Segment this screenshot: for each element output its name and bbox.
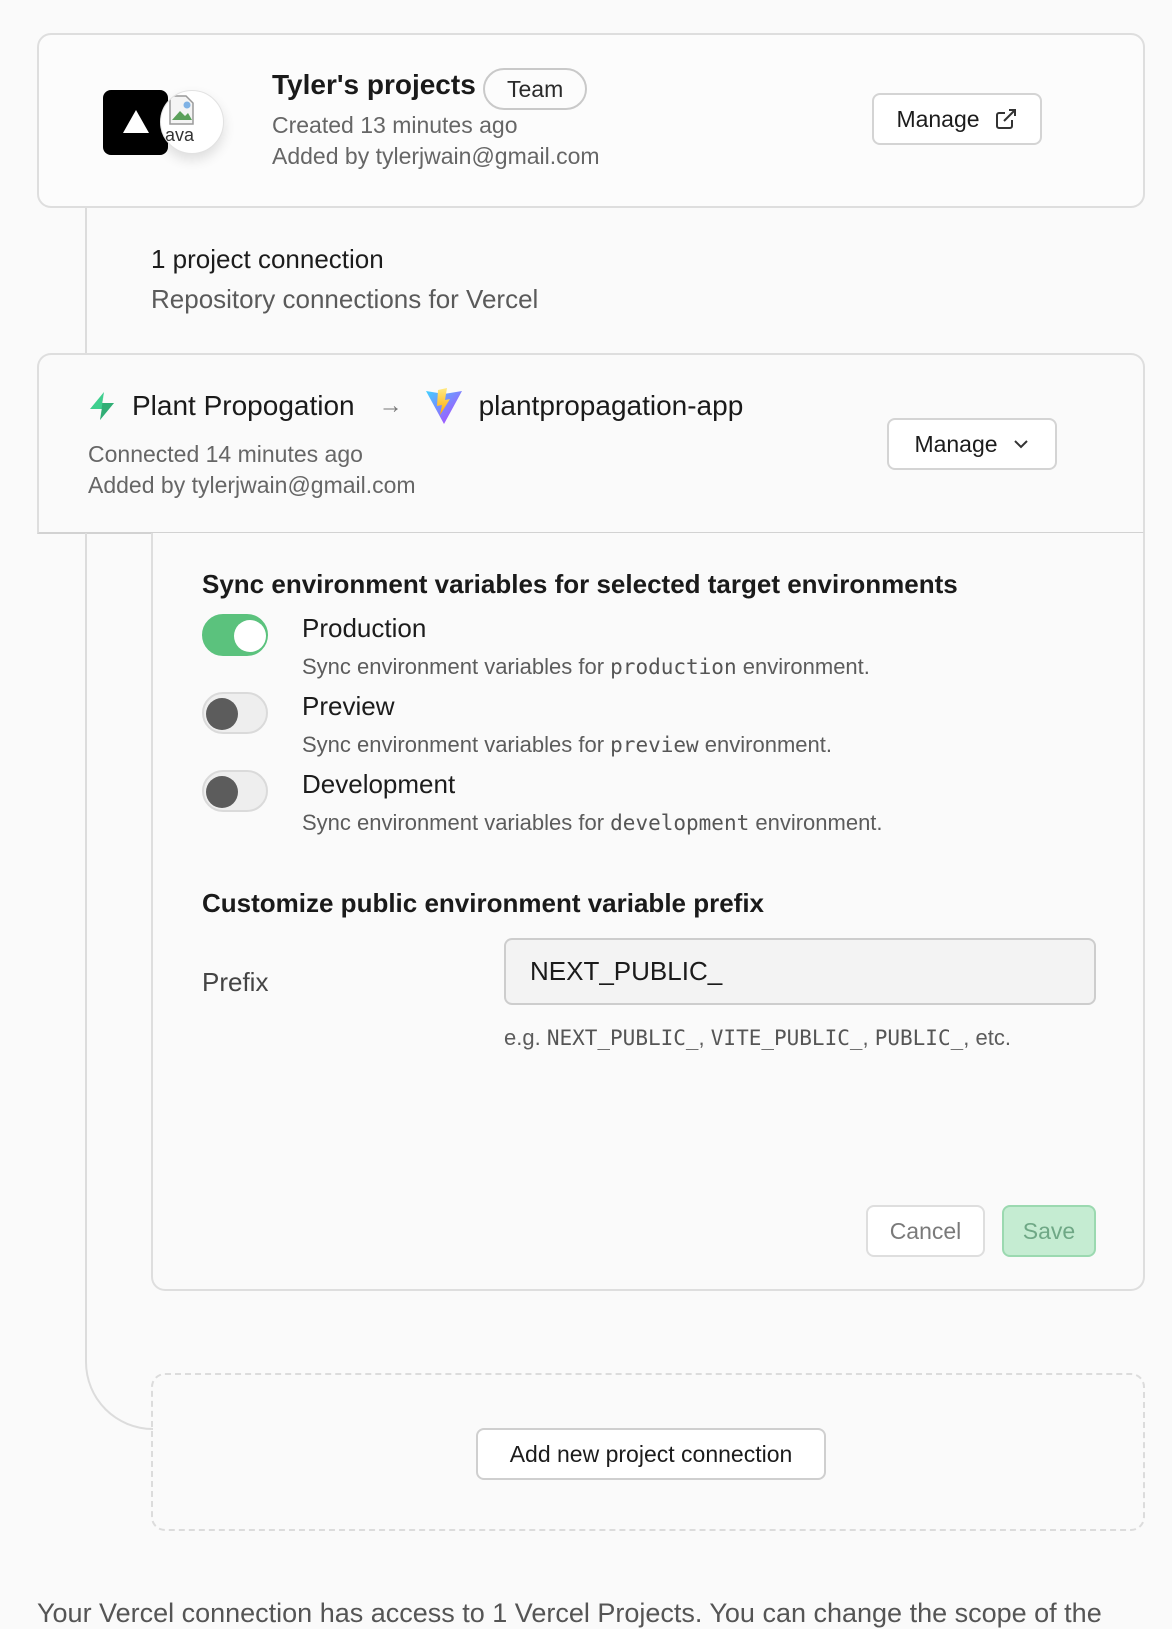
team-card: ava Tyler's projects Team Created 13 min… xyxy=(37,33,1145,208)
project-source-name: Plant Propogation xyxy=(132,390,355,421)
project-target-name: plantpropagation-app xyxy=(478,390,744,421)
add-connection-area: Add new project connection xyxy=(151,1373,1145,1531)
supabase-icon xyxy=(90,392,114,420)
production-description: Sync environment variables for productio… xyxy=(302,654,870,679)
prefix-input[interactable] xyxy=(504,938,1096,1005)
avatar: ava xyxy=(160,90,224,154)
prefix-help-text: e.g. NEXT_PUBLIC_, VITE_PUBLIC_, PUBLIC_… xyxy=(504,1025,1011,1050)
sync-section-title: Sync environment variables for selected … xyxy=(202,569,958,599)
toggle-knob xyxy=(206,776,238,808)
development-toggle[interactable] xyxy=(202,770,268,812)
arrow-right-icon: → xyxy=(378,392,403,419)
team-manage-button[interactable]: Manage xyxy=(872,93,1042,145)
team-badge: Team xyxy=(483,68,588,110)
connector-curve xyxy=(85,1335,153,1430)
avatar-alt-text: ava xyxy=(165,125,195,145)
development-description: Sync environment variables for developme… xyxy=(302,810,883,835)
development-label: Development xyxy=(302,769,456,799)
preview-description: Sync environment variables for preview e… xyxy=(302,732,832,757)
connection-settings-panel: Sync environment variables for selected … xyxy=(151,533,1145,1291)
broken-image-icon xyxy=(169,95,194,125)
connector-line xyxy=(85,208,87,353)
team-created-time: Created 13 minutes ago xyxy=(272,112,518,138)
project-added-by: Added by tylerjwain@gmail.com xyxy=(88,472,416,498)
prefix-label: Prefix xyxy=(202,967,269,997)
vite-icon xyxy=(425,388,462,424)
project-manage-dropdown[interactable]: Manage xyxy=(887,418,1057,470)
cancel-button[interactable]: Cancel xyxy=(866,1205,985,1257)
project-connection-card: Plant Propogation → plantpropagation-app… xyxy=(37,353,1145,534)
preview-label: Preview xyxy=(302,691,395,721)
production-toggle[interactable] xyxy=(202,614,268,656)
manage-label: Manage xyxy=(896,105,980,132)
connection-subtitle: Repository connections for Vercel xyxy=(151,284,539,314)
external-link-icon xyxy=(995,109,1016,129)
team-title: Tyler's projects xyxy=(272,69,476,100)
save-button[interactable]: Save xyxy=(1002,1205,1096,1257)
production-label: Production xyxy=(302,613,427,643)
chevron-down-icon xyxy=(1013,440,1028,449)
connection-count: 1 project connection xyxy=(151,244,384,274)
vercel-logo-icon xyxy=(103,90,168,155)
footer-access-text: Your Vercel connection has access to 1 V… xyxy=(37,1598,1102,1628)
project-connection-row: Plant Propogation → plantpropagation-app xyxy=(88,387,743,425)
add-project-connection-button[interactable]: Add new project connection xyxy=(476,1428,826,1480)
manage-label: Manage xyxy=(914,430,998,457)
prefix-section-title: Customize public environment variable pr… xyxy=(202,888,765,918)
toggle-knob xyxy=(234,620,266,652)
toggle-knob xyxy=(206,698,238,730)
preview-toggle[interactable] xyxy=(202,692,268,734)
project-connected-time: Connected 14 minutes ago xyxy=(88,441,363,467)
team-added-by: Added by tylerjwain@gmail.com xyxy=(272,143,600,169)
connector-line xyxy=(85,533,87,1343)
